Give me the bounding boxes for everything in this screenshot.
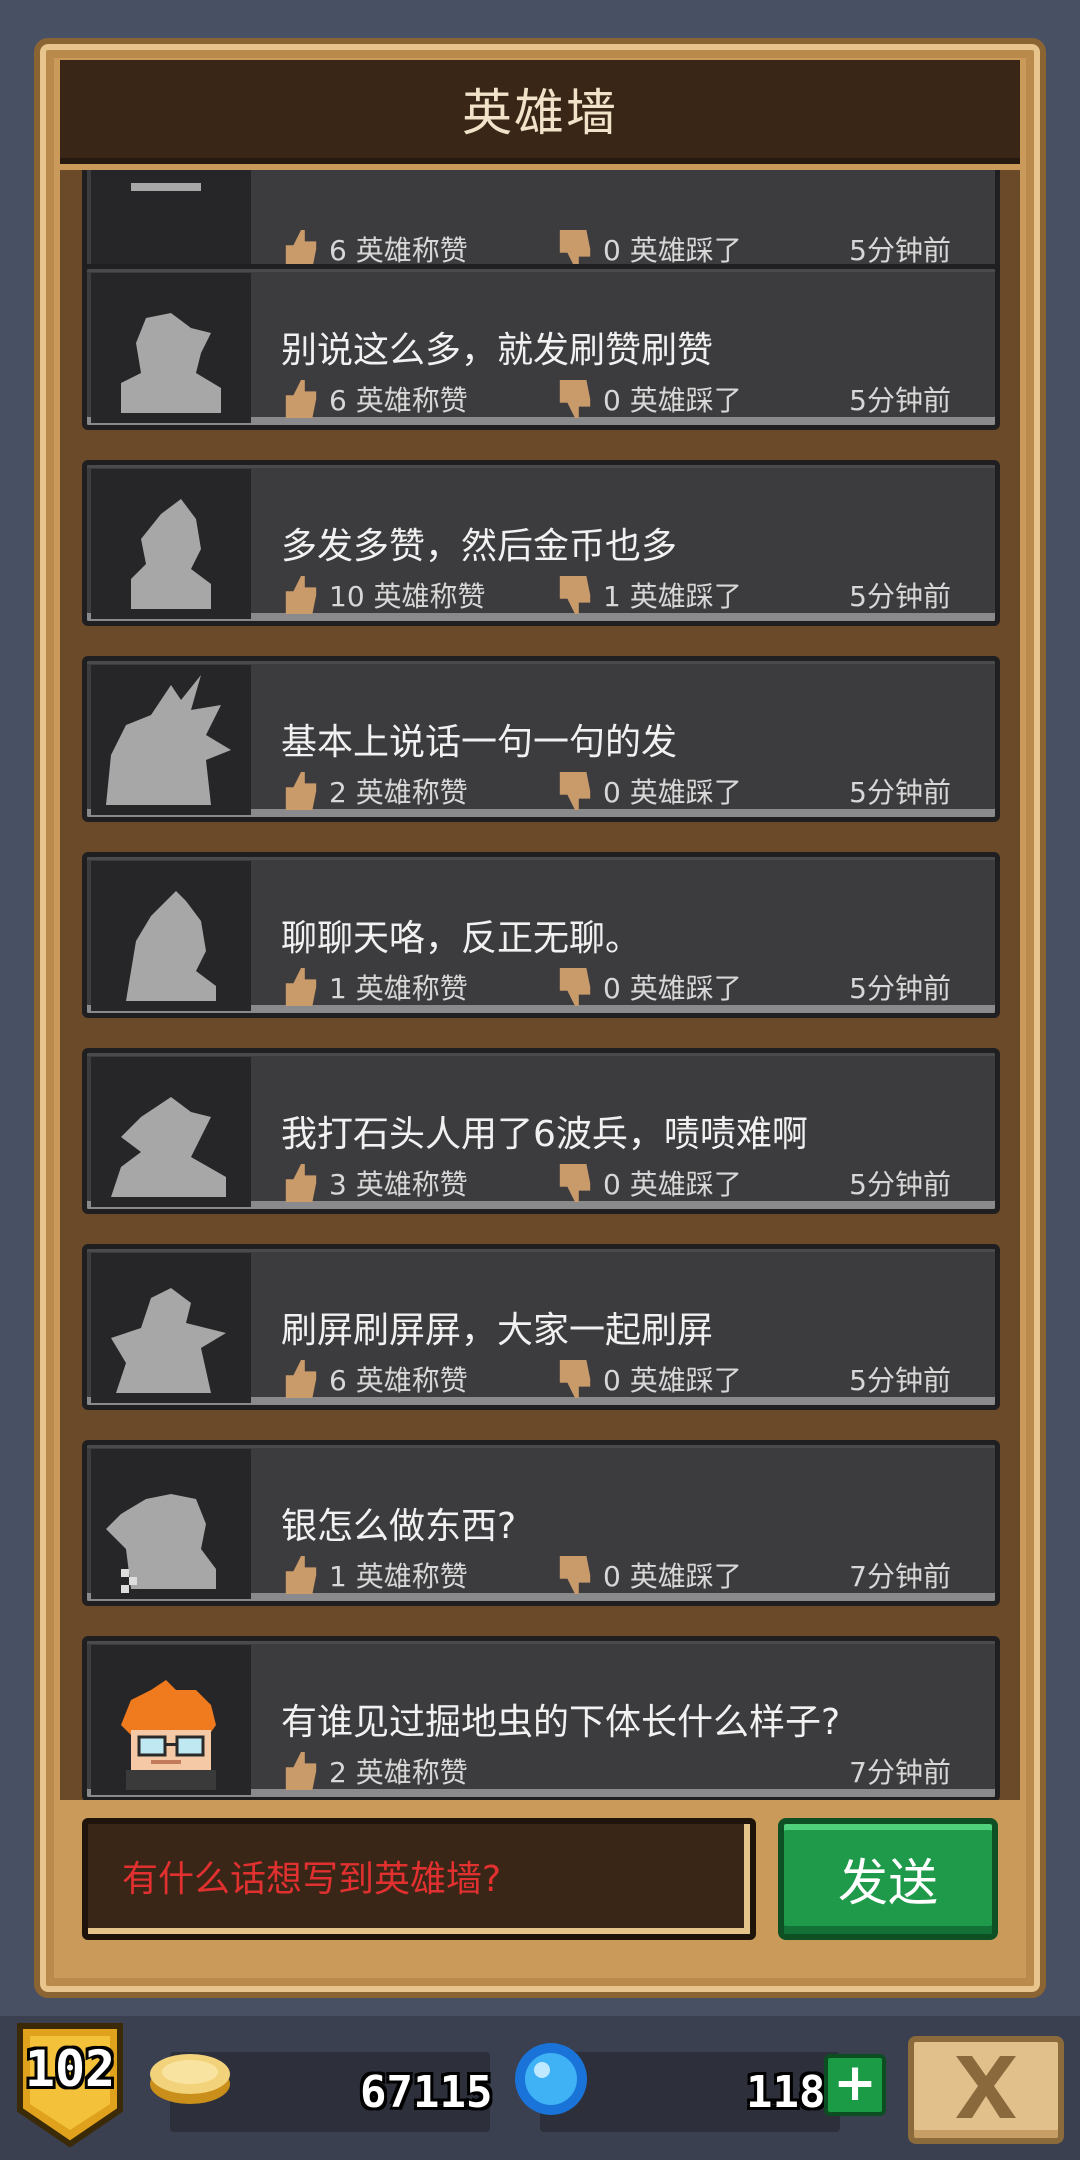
level-badge: 102 bbox=[14, 2020, 126, 2150]
list-item[interactable]: 银怎么做东西? 1 英雄称赞 0 英雄踩了 7分钟前 bbox=[82, 1440, 1000, 1606]
thumbs-up-icon bbox=[285, 968, 317, 1006]
avatar bbox=[91, 1449, 251, 1599]
like-count[interactable]: 10 英雄称赞 bbox=[281, 575, 486, 615]
like-count[interactable]: 3 英雄称赞 bbox=[281, 1163, 468, 1203]
like-count[interactable]: 6 英雄称赞 bbox=[281, 379, 468, 419]
like-count[interactable]: 1 英雄称赞 bbox=[281, 1555, 468, 1595]
gem-amount: 118 bbox=[746, 2066, 826, 2118]
like-count[interactable]: 1 英雄称赞 bbox=[281, 967, 468, 1007]
dislike-count[interactable]: 0 英雄踩了 bbox=[555, 379, 742, 419]
post-time: 5分钟前 bbox=[849, 234, 951, 267]
avatar bbox=[91, 1253, 251, 1403]
close-icon bbox=[956, 2056, 1016, 2118]
post-message: 多发多赞，然后金币也多 bbox=[281, 526, 678, 567]
post-time: 5分钟前 bbox=[849, 1364, 951, 1397]
post-time: 5分钟前 bbox=[849, 1168, 951, 1201]
list-item[interactable]: 聊聊天咯，反正无聊。 1 英雄称赞 0 英雄踩了 5分钟前 bbox=[82, 852, 1000, 1018]
avatar bbox=[91, 469, 251, 619]
close-button[interactable] bbox=[908, 2036, 1064, 2144]
level-number: 102 bbox=[24, 2040, 116, 2098]
thumbs-down-icon bbox=[559, 380, 591, 418]
thumbs-down-icon bbox=[559, 1360, 591, 1398]
add-gems-button[interactable]: + bbox=[824, 2054, 886, 2116]
like-count[interactable]: 2 英雄称赞 bbox=[281, 1751, 468, 1791]
post-message: 有谁见过掘地虫的下体长什么样子? bbox=[281, 1702, 841, 1743]
dislike-count[interactable]: 0 英雄踩了 bbox=[555, 967, 742, 1007]
dislike-count[interactable]: 0 英雄踩了 bbox=[555, 1163, 742, 1203]
list-item[interactable]: 基本上说话一句一句的发 2 英雄称赞 0 英雄踩了 5分钟前 bbox=[82, 656, 1000, 822]
thumbs-up-icon bbox=[285, 380, 317, 418]
dislike-count[interactable]: 0 英雄踩了 bbox=[555, 1555, 742, 1595]
list-item[interactable]: 别说这么多，就发刷赞刷赞 6 英雄称赞 0 英雄踩了 5分钟前 bbox=[82, 264, 1000, 430]
thumbs-up-icon bbox=[285, 1556, 317, 1594]
thumbs-up-icon bbox=[285, 576, 317, 614]
post-message: 别说这么多，就发刷赞刷赞 bbox=[281, 330, 714, 371]
post-time: 7分钟前 bbox=[849, 1560, 951, 1593]
post-message: 刷屏刷屏屏，大家一起刷屏 bbox=[281, 1310, 714, 1351]
thumbs-up-icon bbox=[285, 1752, 317, 1790]
post-time: 5分钟前 bbox=[849, 972, 951, 1005]
thumbs-down-icon bbox=[559, 1164, 591, 1202]
send-button[interactable]: 发送 bbox=[778, 1818, 998, 1940]
dislike-count[interactable]: 0 英雄踩了 bbox=[555, 229, 742, 269]
list-item[interactable]: 我打石头人用了6波兵，啧啧难啊 3 英雄称赞 0 英雄踩了 5分钟前 bbox=[82, 1048, 1000, 1214]
thumbs-down-icon bbox=[559, 576, 591, 614]
avatar bbox=[91, 170, 251, 273]
message-input[interactable] bbox=[122, 1858, 750, 1900]
thumbs-down-icon bbox=[559, 230, 591, 268]
post-message: 银怎么做东西? bbox=[281, 1506, 517, 1547]
post-time: 7分钟前 bbox=[849, 1756, 951, 1789]
thumbs-down-icon bbox=[559, 772, 591, 810]
post-message: 我打石头人用了6波兵，啧啧难啊 bbox=[281, 1114, 808, 1155]
like-count[interactable]: 2 英雄称赞 bbox=[281, 771, 468, 811]
avatar bbox=[91, 273, 251, 423]
gold-coin-icon bbox=[150, 2054, 230, 2104]
message-list[interactable]: 6 英雄称赞 0 英雄踩了 5分钟前 别说这么多，就发刷赞刷赞 6 英雄称赞 0… bbox=[60, 170, 1020, 1800]
avatar bbox=[91, 665, 251, 815]
like-count[interactable]: 6 英雄称赞 bbox=[281, 1359, 468, 1399]
thumbs-up-icon bbox=[285, 1164, 317, 1202]
thumbs-up-icon bbox=[285, 772, 317, 810]
post-message: 基本上说话一句一句的发 bbox=[281, 722, 678, 763]
post-message: 聊聊天咯，反正无聊。 bbox=[281, 918, 642, 959]
page-title: 英雄墙 bbox=[462, 84, 618, 142]
panel-title-bar: 英雄墙 bbox=[60, 60, 1020, 164]
thumbs-up-icon bbox=[285, 1360, 317, 1398]
like-count[interactable]: 6 英雄称赞 bbox=[281, 229, 468, 269]
list-item[interactable]: 多发多赞，然后金币也多 10 英雄称赞 1 英雄踩了 5分钟前 bbox=[82, 460, 1000, 626]
avatar bbox=[91, 1057, 251, 1207]
post-time: 5分钟前 bbox=[849, 776, 951, 809]
message-input-box[interactable] bbox=[82, 1818, 756, 1940]
dislike-count[interactable]: 0 英雄踩了 bbox=[555, 1359, 742, 1399]
avatar bbox=[91, 1645, 251, 1795]
list-item[interactable]: 刷屏刷屏屏，大家一起刷屏 6 英雄称赞 0 英雄踩了 5分钟前 bbox=[82, 1244, 1000, 1410]
thumbs-down-icon bbox=[559, 1556, 591, 1594]
post-time: 5分钟前 bbox=[849, 580, 951, 613]
dislike-count[interactable]: 0 英雄踩了 bbox=[555, 771, 742, 811]
thumbs-down-icon bbox=[559, 968, 591, 1006]
thumbs-up-icon bbox=[285, 230, 317, 268]
blue-gem-icon bbox=[515, 2043, 587, 2115]
avatar bbox=[91, 861, 251, 1011]
post-time: 5分钟前 bbox=[849, 384, 951, 417]
dislike-count[interactable]: 1 英雄踩了 bbox=[555, 575, 742, 615]
list-item[interactable]: 有谁见过掘地虫的下体长什么样子? 2 英雄称赞 7分钟前 bbox=[82, 1636, 1000, 1800]
gold-amount: 67115 bbox=[360, 2066, 493, 2118]
